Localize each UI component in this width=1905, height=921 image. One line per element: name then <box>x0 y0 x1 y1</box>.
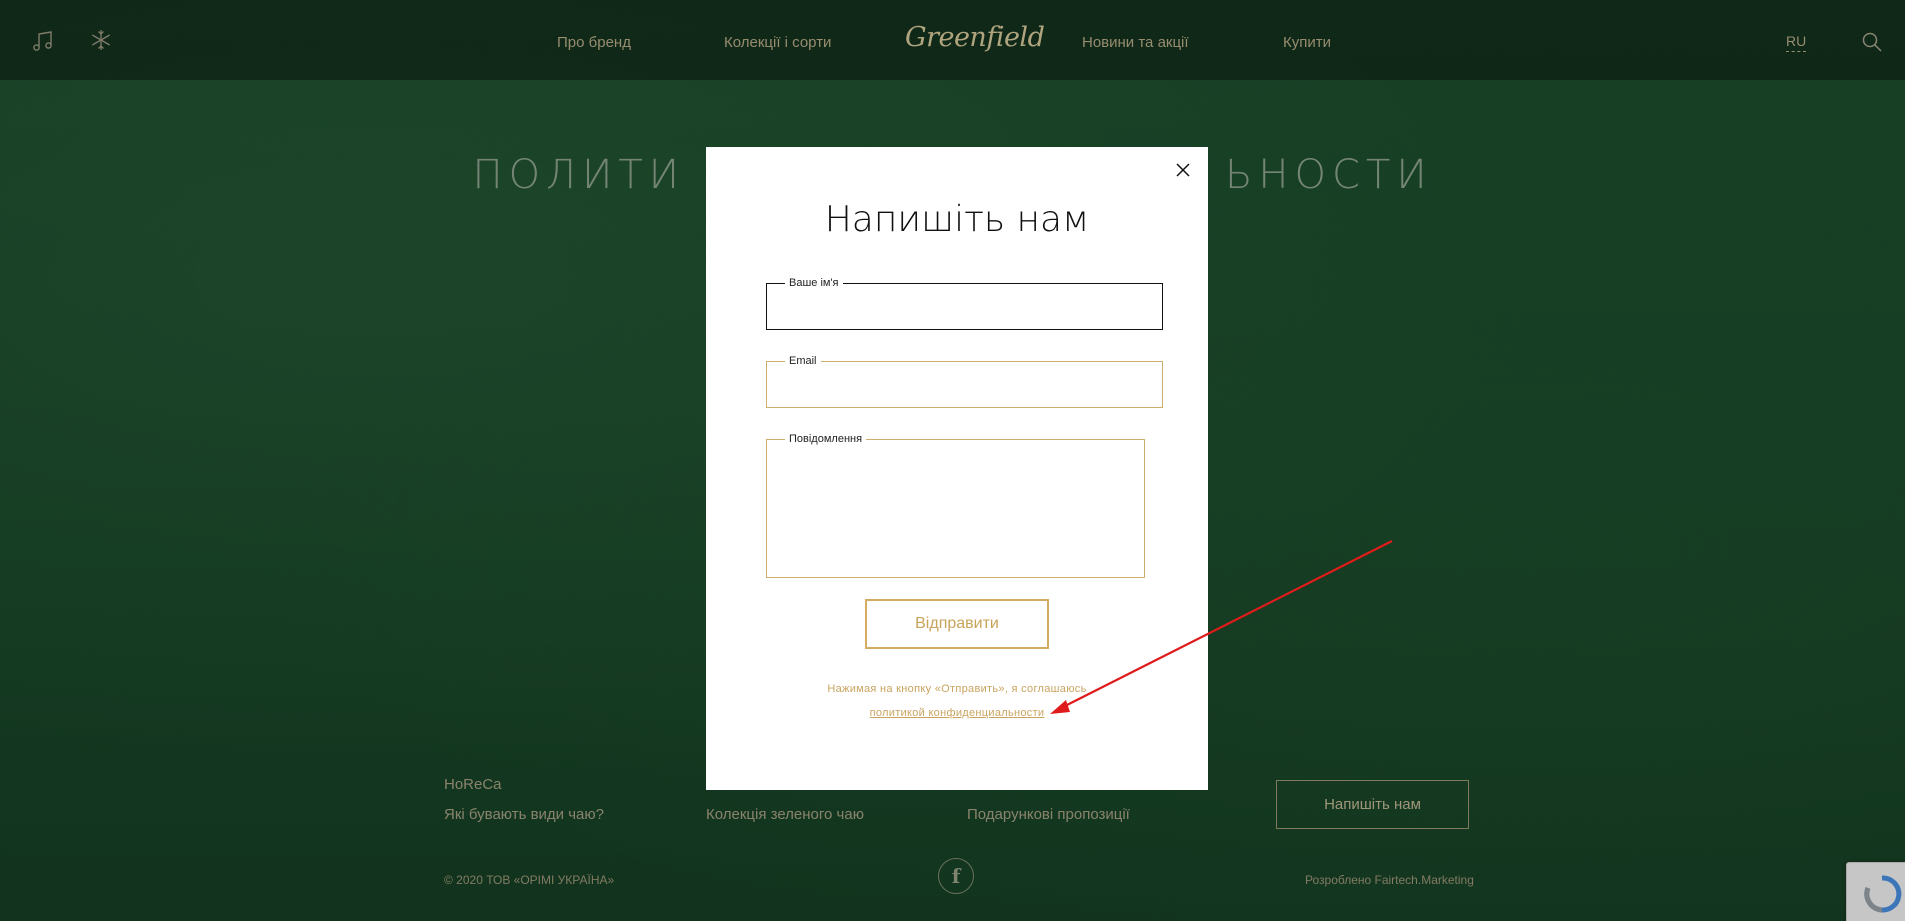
close-icon[interactable] <box>1172 159 1194 181</box>
email-field-label: Email <box>785 354 821 368</box>
privacy-policy-link[interactable]: политикой конфиденциальности <box>870 707 1045 719</box>
modal-title: Напишіть нам <box>824 199 1090 240</box>
name-field[interactable]: Ваше ім'я <box>766 276 1163 330</box>
message-field[interactable]: Повідомлення <box>766 432 1145 578</box>
consent-text: Нажимая на кнопку «Отправить», я соглаша… <box>827 683 1087 695</box>
contact-modal: Напишіть нам Ваше ім'я Email Повідомленн… <box>706 147 1208 790</box>
name-input[interactable] <box>777 294 1152 321</box>
message-field-label: Повідомлення <box>785 432 867 446</box>
email-input[interactable] <box>777 372 1152 399</box>
name-field-label: Ваше ім'я <box>785 276 843 290</box>
message-input[interactable] <box>777 450 1134 569</box>
consent-text-block: Нажимая на кнопку «Отправить», я соглаша… <box>706 677 1208 725</box>
submit-button[interactable]: Відправити <box>865 599 1049 649</box>
email-field[interactable]: Email <box>766 354 1163 408</box>
